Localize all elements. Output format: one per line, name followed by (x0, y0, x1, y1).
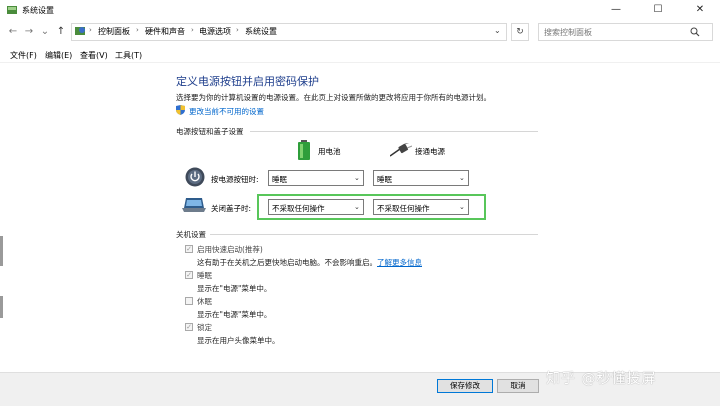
breadcrumb-system-settings[interactable]: 系统设置 (245, 26, 277, 37)
page-title: 定义电源按钮并启用密码保护 (176, 75, 319, 88)
section-divider (210, 234, 538, 235)
back-icon[interactable]: ← (6, 25, 20, 39)
sleep-label: 睡眠 (197, 271, 212, 280)
refresh-button[interactable]: ↻ (511, 23, 529, 41)
window-edge (0, 236, 3, 266)
lock-checkbox[interactable]: ✓ (185, 323, 193, 331)
breadcrumb-power-options[interactable]: 电源选项 (199, 26, 231, 37)
power-button-icon (185, 167, 205, 187)
sleep-description: 显示在"电源"菜单中。 (197, 284, 272, 293)
fast-startup-checkbox[interactable]: ✓ (185, 245, 193, 253)
power-plug-icon (390, 143, 412, 157)
menu-divider (0, 62, 720, 63)
breadcrumb-control-panel[interactable]: 控制面板 (98, 26, 130, 37)
menu-file[interactable]: 文件(F) (10, 50, 37, 61)
lid-plugged-value: 不采取任何操作 (377, 204, 430, 213)
power-section-title: 电源按钮和盖子设置 (176, 127, 244, 136)
save-button[interactable]: 保存修改 (437, 379, 493, 393)
chevron-down-icon: ⌄ (354, 203, 360, 211)
section-divider (250, 131, 538, 132)
breadcrumb-separator-icon: › (136, 26, 139, 34)
watermark: 知乎 @秒懂投屏 (546, 371, 657, 387)
menu-edit[interactable]: 编辑(E) (45, 50, 72, 61)
cancel-button[interactable]: 取消 (497, 379, 539, 393)
lock-description: 显示在用户头像菜单中。 (197, 336, 280, 345)
power-button-battery-value: 睡眠 (272, 175, 287, 184)
sleep-checkbox[interactable]: ✓ (185, 271, 193, 279)
change-unavailable-settings-link[interactable]: 更改当前不可用的设置 (189, 106, 264, 117)
hibernate-description: 显示在"电源"菜单中。 (197, 310, 272, 319)
chevron-down-icon: ⌄ (354, 174, 360, 182)
window-edge (0, 296, 3, 318)
uac-shield-icon (176, 105, 185, 115)
recent-locations-icon[interactable]: ⌄ (38, 25, 52, 39)
hibernate-label: 休眠 (197, 297, 212, 306)
shutdown-section-title: 关机设置 (176, 230, 206, 239)
close-button[interactable]: ✕ (680, 0, 720, 20)
power-button-label: 按电源按钮时: (211, 175, 259, 184)
fast-startup-label: 启用快速启动(推荐) (197, 245, 263, 254)
lid-close-label: 关闭盖子时: (211, 204, 252, 213)
breadcrumb-hardware-sound[interactable]: 硬件和声音 (145, 26, 185, 37)
learn-more-link[interactable]: 了解更多信息 (377, 258, 422, 267)
chevron-down-icon: ⌄ (459, 203, 465, 211)
search-icon[interactable] (690, 27, 700, 37)
address-dropdown-icon[interactable]: ⌄ (494, 26, 501, 35)
battery-icon (298, 140, 310, 160)
battery-column-header: 用电池 (318, 147, 341, 156)
lock-label: 锁定 (197, 323, 212, 332)
chevron-down-icon: ⌄ (459, 174, 465, 182)
forward-icon[interactable]: → (22, 25, 36, 39)
breadcrumb-separator-icon: › (236, 26, 239, 34)
power-button-plugged-value: 睡眠 (377, 175, 392, 184)
hibernate-checkbox[interactable] (185, 297, 193, 305)
lid-battery-value: 不采取任何操作 (272, 204, 325, 213)
breadcrumb-separator-icon: › (89, 26, 92, 34)
plugged-in-column-header: 接通电源 (415, 147, 445, 156)
breadcrumb-separator-icon: › (191, 26, 194, 34)
control-panel-icon (7, 6, 17, 14)
maximize-button[interactable]: ☐ (638, 0, 678, 20)
search-placeholder: 搜索控制面板 (544, 28, 592, 37)
menu-tools[interactable]: 工具(T) (115, 50, 142, 61)
fast-startup-description: 这有助于在关机之后更快地启动电脑。不会影响重启。了解更多信息 (197, 258, 422, 267)
menu-view[interactable]: 查看(V) (80, 50, 108, 61)
laptop-lid-icon (182, 198, 206, 212)
window-title: 系统设置 (22, 6, 54, 15)
control-panel-icon (75, 27, 85, 35)
page-description: 选择要为你的计算机设置的电源设置。在此页上对设置所做的更改将应用于你所有的电源计… (176, 93, 491, 102)
up-icon[interactable]: ↑ (54, 25, 68, 39)
minimize-button[interactable]: — (596, 0, 636, 20)
